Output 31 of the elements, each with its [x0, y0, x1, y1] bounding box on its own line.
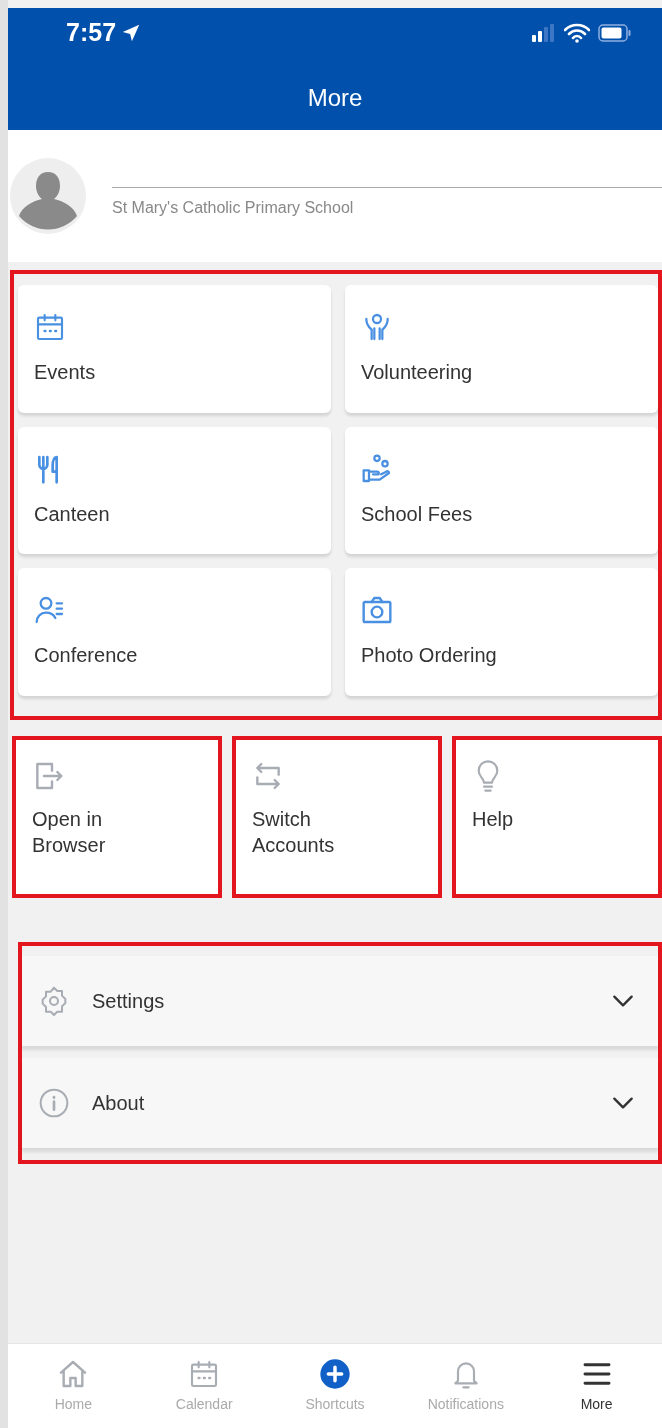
module-tile[interactable]: Photo Ordering	[345, 568, 658, 696]
module-tile[interactable]: Events	[18, 285, 331, 413]
shortcut-tile[interactable]: Switch Accounts	[232, 736, 442, 898]
module-tile[interactable]: Conference	[18, 568, 331, 696]
school-name: St Mary's Catholic Primary School	[112, 186, 662, 220]
module-tile[interactable]: Volunteering	[345, 285, 658, 413]
tab-bar-item[interactable]: More	[531, 1344, 662, 1428]
wifi-icon	[564, 23, 590, 43]
tile-label: Photo Ordering	[361, 643, 498, 669]
battery-icon	[598, 24, 632, 42]
shortcut-tile[interactable]: Open in Browser	[12, 736, 222, 898]
tile-label: Conference	[34, 643, 139, 669]
add-icon	[319, 1357, 351, 1390]
tile-label: Switch Accounts	[252, 807, 336, 858]
shortcut-tile[interactable]: Help	[452, 736, 662, 898]
module-tile[interactable]: School Fees	[345, 426, 658, 555]
info-icon	[38, 1087, 70, 1119]
module-tile[interactable]: Canteen	[18, 426, 331, 555]
screen-title: More	[306, 83, 364, 113]
tile-label: Canteen	[34, 501, 111, 527]
tile-label: Volunteering	[361, 360, 474, 385]
signal-icon	[532, 24, 556, 42]
accordion-header[interactable]: About	[22, 1058, 658, 1148]
clock-time: 7:57	[66, 17, 117, 49]
hand-coins-icon	[361, 452, 393, 485]
accordion-header[interactable]: Settings	[22, 956, 658, 1046]
tile-label: Help	[472, 807, 515, 832]
tile-label: Open in Browser	[32, 807, 107, 858]
calendar-icon	[34, 311, 66, 343]
tile-label: Events	[34, 360, 97, 385]
tile-label: School Fees	[361, 501, 474, 527]
